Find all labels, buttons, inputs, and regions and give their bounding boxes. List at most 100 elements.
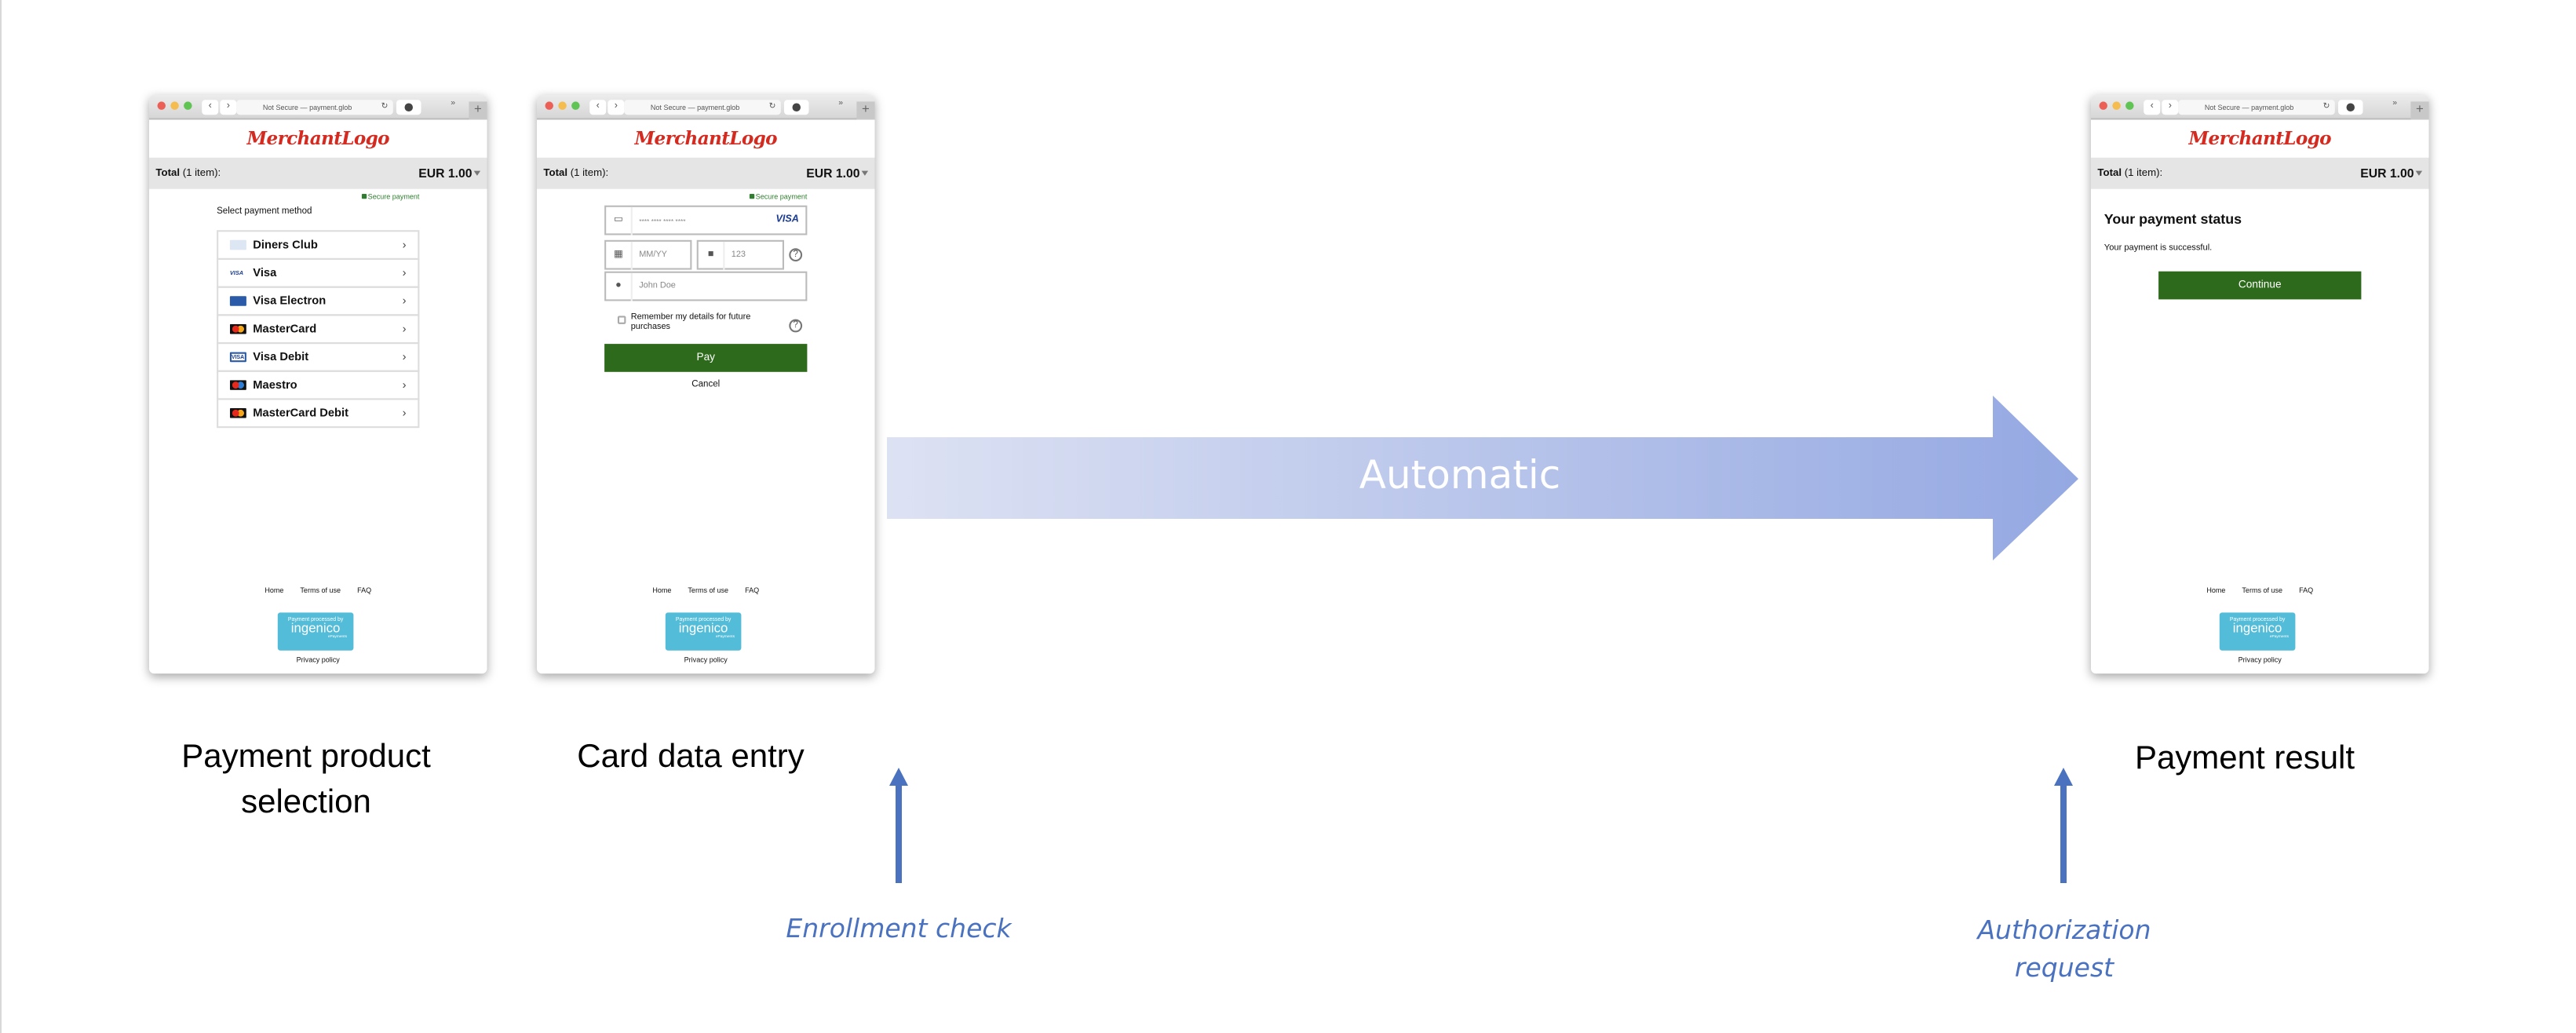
total-bar[interactable]: Total (1 item): EUR 1.00 [537, 157, 875, 189]
reload-icon[interactable]: ↻ [381, 99, 389, 114]
address-bar[interactable]: Not Secure — payment.glob ↻ [624, 99, 781, 115]
payment-method-mastercard-debit[interactable]: MasterCard Debit › [217, 398, 420, 428]
close-icon[interactable] [2099, 101, 2107, 110]
close-icon[interactable] [545, 101, 553, 110]
terms-link[interactable]: Terms of use [300, 586, 341, 595]
total-bar[interactable]: Total (1 item): EUR 1.00 [149, 157, 487, 189]
privacy-link[interactable]: Privacy policy [149, 655, 487, 664]
chevron-right-icon: › [402, 408, 407, 420]
calendar-icon: ▦ [606, 241, 633, 270]
ingenico-badge: Payment processed by ingenico ePayments [665, 612, 742, 651]
lock-icon: ■ [699, 241, 725, 270]
terms-link[interactable]: Terms of use [2242, 586, 2282, 595]
method-label: MasterCard [253, 323, 317, 336]
download-icon[interactable] [396, 99, 421, 115]
close-icon[interactable] [157, 101, 166, 110]
left-border [0, 0, 2, 1033]
badge-brand: ingenico [290, 620, 341, 636]
address-bar[interactable]: Not Secure — payment.glob ↻ [236, 99, 393, 115]
home-link[interactable]: Home [652, 586, 671, 595]
payment-status-message: Your payment is successful. [2103, 243, 2213, 254]
download-icon[interactable] [2338, 99, 2363, 115]
faq-link[interactable]: FAQ [2299, 586, 2313, 595]
card-number-placeholder: **** **** **** **** [639, 217, 686, 225]
label-payment-result: Payment result [2134, 739, 2355, 776]
reload-icon[interactable]: ↻ [769, 99, 776, 114]
payment-method-list: Diners Club › VISA Visa › Visa Electron › Ma… [217, 230, 420, 428]
back-icon[interactable]: ‹ [202, 99, 219, 115]
home-link[interactable]: Home [265, 586, 283, 595]
more-icon[interactable]: » [2392, 98, 2397, 108]
download-icon[interactable] [784, 99, 809, 115]
address-bar[interactable]: Not Secure — payment.glob ↻ [2178, 99, 2335, 115]
payment-method-mastercard[interactable]: MasterCard › [217, 314, 420, 344]
visa-icon: VISA [775, 215, 799, 225]
browser-window-product-selection: ‹ › Not Secure — payment.glob ↻ » + Merch… [149, 95, 487, 674]
home-link[interactable]: Home [2206, 586, 2225, 595]
privacy-link[interactable]: Privacy policy [537, 655, 875, 664]
new-tab-icon[interactable]: + [856, 101, 875, 120]
continue-button[interactable]: Continue [2158, 271, 2362, 300]
minimize-icon[interactable] [558, 101, 567, 110]
mastercard-icon [229, 323, 246, 334]
secure-payment: Secure payment [749, 192, 807, 200]
total-items: (1 item): [570, 167, 609, 180]
expiry-input[interactable]: ▦ MM/YY [604, 239, 692, 270]
chevron-right-icon: › [402, 323, 407, 336]
remember-checkbox[interactable] [617, 316, 626, 324]
footer-links: Home Terms of use FAQ [149, 586, 487, 595]
terms-link[interactable]: Terms of use [688, 586, 728, 595]
cvc-input[interactable]: ■ 123 [696, 239, 784, 270]
pay-button[interactable]: Pay [604, 344, 808, 372]
new-tab-icon[interactable]: + [469, 101, 487, 120]
lock-icon [361, 194, 367, 199]
more-icon[interactable]: » [451, 98, 455, 108]
total-amount: EUR 1.00 [418, 166, 473, 181]
payment-method-visa-debit[interactable]: VISA Visa Debit › [217, 342, 420, 371]
ingenico-badge: Payment processed by ingenico ePayments [277, 612, 354, 651]
cardholder-name-input[interactable]: ● John Doe [604, 271, 808, 301]
mastercard-debit-icon [229, 408, 246, 418]
payment-method-diners-club[interactable]: Diners Club › [217, 230, 420, 259]
url-text: Not Secure — payment.glob [650, 102, 740, 111]
more-icon[interactable]: » [838, 98, 843, 108]
chevron-down-icon[interactable] [473, 170, 481, 176]
minimize-icon[interactable] [2112, 101, 2121, 110]
browser-toolbar: ‹ › Not Secure — payment.glob ↻ » + [2091, 95, 2429, 120]
card-number-input[interactable]: ▭ **** **** **** **** VISA [604, 205, 808, 235]
badge-brand: ingenico [678, 620, 728, 636]
reload-icon[interactable]: ↻ [2323, 99, 2330, 114]
secure-payment: Secure payment [361, 192, 419, 200]
faq-link[interactable]: FAQ [357, 586, 371, 595]
remember-help-icon[interactable]: ? [789, 319, 803, 333]
cvc-help-icon[interactable]: ? [789, 248, 803, 262]
chevron-down-icon[interactable] [861, 170, 869, 176]
chevron-down-icon[interactable] [2415, 170, 2423, 176]
chevron-right-icon: › [402, 352, 407, 364]
badge-sub: ePayments [715, 635, 735, 639]
user-icon: ● [606, 272, 633, 301]
total-amount: EUR 1.00 [806, 166, 860, 181]
url-text: Not Secure — payment.glob [2204, 102, 2294, 111]
authorization-request-note: Authorization request [1977, 914, 2151, 983]
new-tab-icon[interactable]: + [2410, 101, 2429, 120]
payment-method-visa-electron[interactable]: Visa Electron › [217, 286, 420, 316]
back-icon[interactable]: ‹ [2144, 99, 2161, 115]
privacy-link[interactable]: Privacy policy [2091, 655, 2429, 664]
payment-method-maestro[interactable]: Maestro › [217, 370, 420, 400]
forward-icon[interactable]: › [220, 99, 237, 115]
method-label: Maestro [253, 380, 297, 392]
payment-method-visa[interactable]: VISA Visa › [217, 257, 420, 287]
minimize-icon[interactable] [170, 101, 179, 110]
back-icon[interactable]: ‹ [589, 99, 607, 115]
forward-icon[interactable]: › [608, 99, 625, 115]
total-bar[interactable]: Total (1 item): EUR 1.00 [2091, 157, 2429, 189]
maximize-icon[interactable] [571, 101, 580, 110]
faq-link[interactable]: FAQ [745, 586, 759, 595]
method-label: Visa [253, 268, 277, 280]
maximize-icon[interactable] [184, 101, 192, 110]
visa-debit-icon: VISA [229, 352, 246, 363]
cancel-link[interactable]: Cancel [537, 380, 875, 390]
maximize-icon[interactable] [2125, 101, 2134, 110]
forward-icon[interactable]: › [2162, 99, 2179, 115]
